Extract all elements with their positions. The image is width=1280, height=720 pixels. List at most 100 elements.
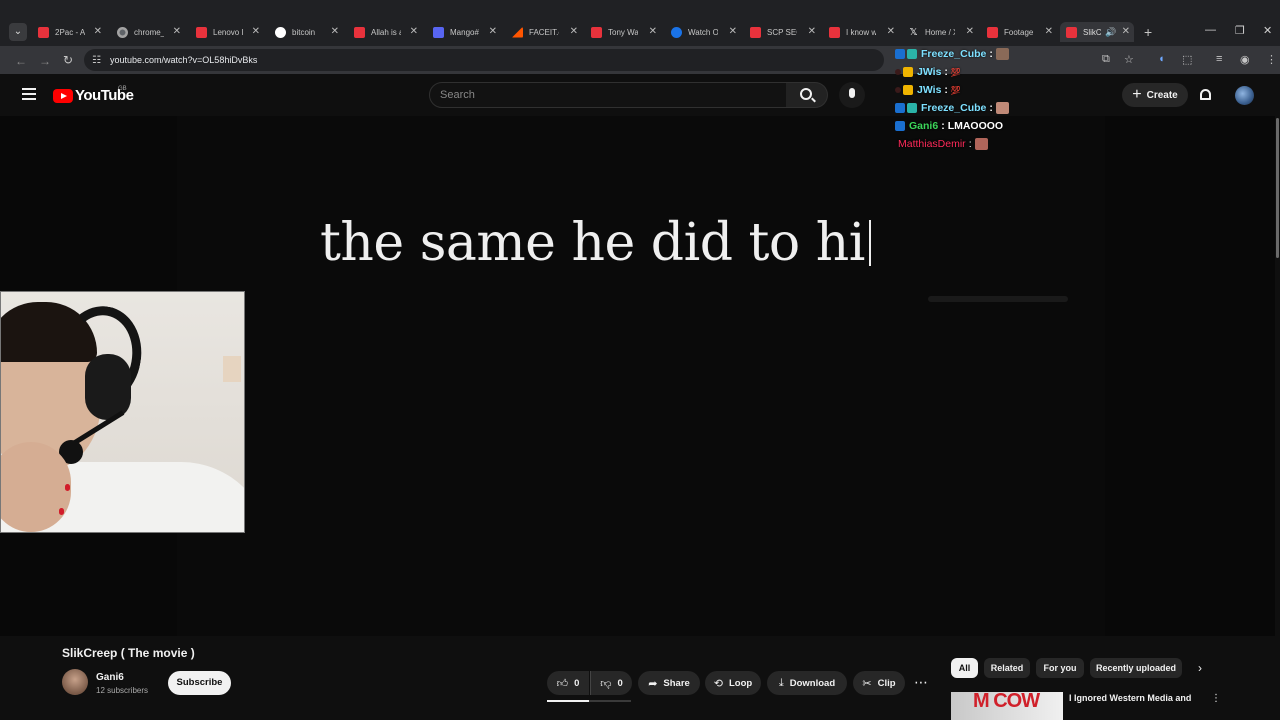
- browser-tab[interactable]: Lenovo I ✕: [196, 22, 260, 42]
- video-title: SlikCreep ( The movie ): [62, 646, 195, 660]
- chip-recently-uploaded[interactable]: Recently uploaded: [1090, 658, 1182, 678]
- site-info-icon[interactable]: ☷: [92, 55, 101, 66]
- browser-menu-icon[interactable]: ⋮: [1266, 53, 1277, 66]
- chat-message: JWis: 💯: [895, 64, 961, 80]
- browser-tab[interactable]: Allah is a ✕: [354, 22, 418, 42]
- new-tab-button[interactable]: +: [1144, 24, 1152, 40]
- tab-close-icon[interactable]: ✕: [1045, 26, 1053, 37]
- browser-tab[interactable]: Footage ✕: [987, 22, 1053, 42]
- browser-tab[interactable]: SCP SEC✕: [750, 22, 816, 42]
- chat-emote-icon: [995, 102, 1009, 114]
- channel-avatar[interactable]: [62, 669, 88, 695]
- video-faint-smudge: [928, 296, 1068, 302]
- plus-icon: +: [1132, 86, 1142, 103]
- search-input[interactable]: [429, 82, 787, 108]
- minimize-window-icon[interactable]: —: [1205, 24, 1216, 36]
- forward-arrow-icon[interactable]: →: [39, 54, 51, 68]
- tab-close-icon[interactable]: ✕: [729, 26, 737, 37]
- webcam-wall-outlet: [223, 356, 241, 382]
- browser-tab-active[interactable]: SlikC 🔊 ✕: [1060, 22, 1134, 42]
- chip-related[interactable]: Related: [984, 658, 1030, 678]
- create-button[interactable]: + Create: [1122, 83, 1188, 107]
- recommendation-thumbnail[interactable]: M COW: [951, 692, 1063, 720]
- thumbs-down-icon: 👎︎: [600, 677, 612, 690]
- dislike-button[interactable]: 👎︎ 0: [590, 671, 632, 695]
- restore-window-icon[interactable]: ❐: [1235, 24, 1245, 37]
- video-overlay-text: the same he did to hi: [320, 213, 871, 273]
- region-code: GB: [118, 86, 127, 92]
- close-window-icon[interactable]: ✕: [1263, 24, 1272, 37]
- reload-icon[interactable]: ↻: [63, 53, 73, 67]
- browser-tab[interactable]: 𝕏Home / X✕: [908, 22, 974, 42]
- channel-name[interactable]: Gani6: [96, 672, 124, 683]
- youtube-favicon-icon: [38, 26, 49, 38]
- chip-for-you[interactable]: For you: [1036, 658, 1084, 678]
- like-button[interactable]: 👍︎ 0: [547, 671, 589, 695]
- tab-close-icon[interactable]: ✕: [410, 26, 418, 37]
- bookmark-star-icon[interactable]: ☆: [1124, 53, 1134, 66]
- tab-close-icon[interactable]: ✕: [887, 26, 895, 37]
- install-app-icon[interactable]: ⧉: [1102, 53, 1110, 66]
- chevron-right-icon[interactable]: ›: [1198, 661, 1202, 675]
- back-arrow-icon[interactable]: ←: [15, 54, 27, 68]
- text-caret: [868, 220, 871, 266]
- recommendation-title[interactable]: I Ignored Western Media and: [1069, 693, 1191, 703]
- browser-tab[interactable]: Tony Wa ✕: [591, 22, 657, 42]
- tab-close-icon[interactable]: ✕: [489, 26, 497, 37]
- webcam-nail: [59, 508, 64, 515]
- tab-close-icon[interactable]: ✕: [331, 26, 339, 37]
- browser-tab[interactable]: 2Pac - Al ✕: [38, 22, 102, 42]
- tab-search-dropdown-icon[interactable]: ⌄: [9, 23, 27, 41]
- chat-message: MatthiasDemir:: [895, 136, 988, 152]
- tab-close-icon[interactable]: ✕: [570, 26, 578, 37]
- browser-tab[interactable]: chrome_ ✕: [117, 22, 181, 42]
- profile-icon[interactable]: ◉: [1240, 53, 1250, 66]
- browser-tab[interactable]: Watch O ✕: [671, 22, 737, 42]
- audio-playing-icon[interactable]: 🔊: [1105, 27, 1116, 38]
- watch-favicon-icon: [671, 26, 682, 38]
- share-button[interactable]: ➦ Share: [638, 671, 700, 695]
- scrollbar-thumb[interactable]: [1276, 118, 1279, 258]
- chip-all[interactable]: All: [951, 658, 978, 678]
- video-player[interactable]: [177, 116, 1105, 636]
- loop-button[interactable]: ⟲ Loop: [705, 671, 761, 695]
- chat-badge-icon: [895, 121, 905, 131]
- microphone-icon: [849, 88, 855, 98]
- extensions-puzzle-icon[interactable]: ⬚: [1182, 53, 1192, 66]
- like-ratio-bar: [547, 700, 631, 702]
- browser-tab[interactable]: FACEIT.c✕: [512, 22, 578, 42]
- tab-close-icon[interactable]: ✕: [1122, 26, 1130, 37]
- download-button[interactable]: ⤓ Download: [767, 671, 847, 695]
- subscribe-button[interactable]: Subscribe: [168, 671, 231, 695]
- chat-badge-icon: [903, 85, 913, 95]
- chat-badge-icon: [895, 49, 905, 59]
- youtube-favicon-icon: [987, 26, 998, 38]
- search-icon: [800, 88, 812, 100]
- tab-close-icon[interactable]: ✕: [649, 26, 657, 37]
- tab-close-icon[interactable]: ✕: [173, 26, 181, 37]
- x-favicon-icon: 𝕏: [909, 26, 918, 38]
- more-actions-icon[interactable]: ⋯: [914, 674, 929, 691]
- recommendation-menu-icon[interactable]: ⋮: [1211, 693, 1221, 704]
- account-avatar[interactable]: [1235, 86, 1254, 105]
- extension-audio-icon[interactable]: ◖: [1158, 53, 1165, 65]
- notifications-bell-icon[interactable]: [1200, 89, 1211, 100]
- tab-close-icon[interactable]: ✕: [808, 26, 816, 37]
- url-text[interactable]: youtube.com/watch?v=OL58hiDvBks: [110, 55, 257, 65]
- menu-icon[interactable]: [22, 88, 36, 100]
- scissors-icon: ✂: [862, 677, 872, 690]
- chat-badge-icon: [895, 69, 901, 75]
- chat-emote-icon: [995, 48, 1009, 60]
- tab-close-icon[interactable]: ✕: [966, 26, 974, 37]
- media-controls-icon[interactable]: ≡: [1216, 53, 1222, 65]
- browser-tab[interactable]: Mango# ✕: [433, 22, 497, 42]
- youtube-favicon-icon: [829, 26, 840, 38]
- video-letterbox-right: [1105, 116, 1275, 636]
- clip-button[interactable]: ✂ Clip: [853, 671, 905, 695]
- webcam-nail: [65, 484, 70, 491]
- tab-close-icon[interactable]: ✕: [94, 26, 102, 37]
- youtube-favicon-icon: [196, 26, 207, 38]
- browser-tab[interactable]: I know w ✕: [829, 22, 895, 42]
- tab-close-icon[interactable]: ✕: [252, 26, 260, 37]
- browser-tab[interactable]: bitcoin ✕: [275, 22, 339, 42]
